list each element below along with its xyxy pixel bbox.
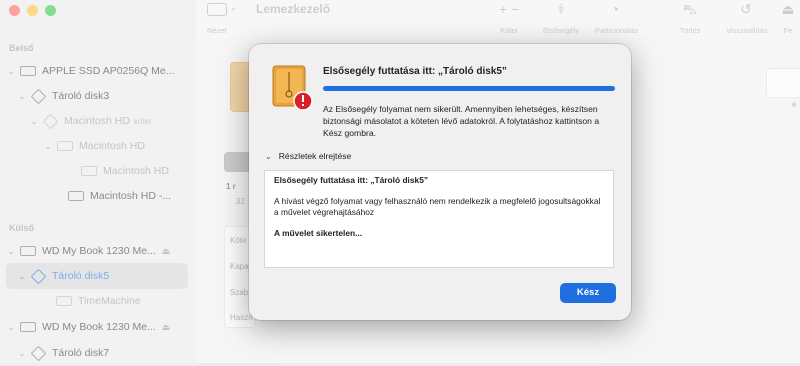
done-button[interactable]: Kész [560, 283, 616, 303]
log-line: A művelet sikertelen... [274, 228, 363, 238]
chevron-down-icon: ⌄ [265, 151, 272, 161]
progress-bar [323, 86, 615, 91]
dialog-title: Elsősegély futtatása itt: „Tároló disk5” [323, 66, 507, 77]
first-aid-dialog: Elsősegély futtatása itt: „Tároló disk5”… [249, 44, 631, 320]
disk-utility-error-icon [272, 65, 313, 111]
details-log[interactable]: Elsősegély futtatása itt: „Tároló disk5”… [264, 170, 614, 268]
details-toggle-label: Részletek elrejtése [278, 151, 352, 161]
dialog-message: Az Elsősegély folyamat nem sikerült. Ame… [323, 104, 600, 138]
details-toggle[interactable]: ⌄ Részletek elrejtése [265, 151, 351, 161]
log-line: Elsősegély futtatása itt: „Tároló disk5” [274, 175, 429, 185]
log-line: A hívást végző folyamat vagy felhasználó… [274, 196, 601, 217]
